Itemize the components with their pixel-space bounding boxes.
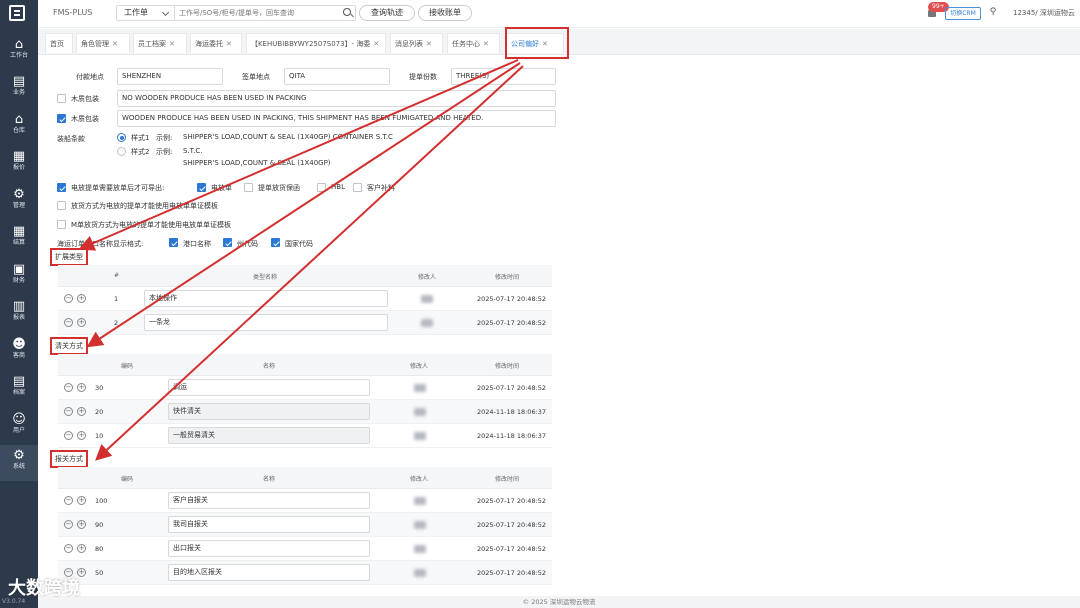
footer: © 2025 深圳运物云物流: [38, 596, 1080, 608]
arrow-to-declaration: [95, 65, 524, 461]
annotation-arrows: [78, 59, 524, 461]
watermark-logo: 大数跨境: [8, 578, 80, 599]
arrow-to-clearance: [86, 62, 521, 348]
arrow-to-ext-type: [78, 59, 519, 251]
